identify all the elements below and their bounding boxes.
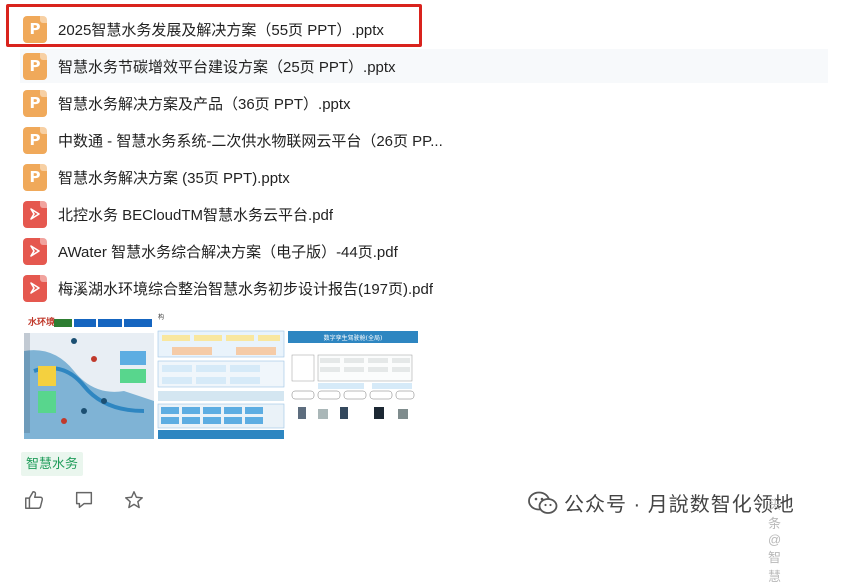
file-item[interactable]: P 2025智慧水务发展及解决方案（55页 PPT）.pptx <box>20 12 828 46</box>
thumbnail-title: 数字孪生驾驶舱(全局) <box>324 334 383 342</box>
thumbs-up-icon[interactable] <box>22 488 46 512</box>
ppt-file-icon: P <box>23 15 47 43</box>
file-name[interactable]: 智慧水务节碳增效平台建设方案（25页 PPT）.pptx <box>58 56 396 77</box>
file-item[interactable]: P 智慧水务节碳增效平台建设方案（25页 PPT）.pptx <box>20 49 828 83</box>
comment-icon[interactable] <box>72 488 96 512</box>
pdf-file-icon <box>23 274 47 302</box>
thumbnail-architecture-diagram[interactable]: 构 <box>156 311 286 439</box>
file-item[interactable]: AWater 智慧水务综合解决方案（电子版）-44页.pdf <box>20 234 828 268</box>
watermark: 公众号 · 月說数智化领地 头条 @智慧 <box>528 488 795 584</box>
ppt-file-icon: P <box>23 126 47 154</box>
file-item[interactable]: P 智慧水务解决方案及产品（36页 PPT）.pptx <box>20 86 828 120</box>
ppt-file-icon: P <box>23 163 47 191</box>
file-name[interactable]: 梅溪湖水环境综合整治智慧水务初步设计报告(197页).pdf <box>58 278 433 299</box>
file-name[interactable]: 北控水务 BECloudTM智慧水务云平台.pdf <box>58 204 333 225</box>
ppt-file-icon: P <box>23 52 47 80</box>
file-item[interactable]: P 中数通 - 智慧水务系统-二次供水物联网云平台（26页 PP... <box>20 123 828 157</box>
file-name[interactable]: 中数通 - 智慧水务系统-二次供水物联网云平台（26页 PP... <box>58 130 443 151</box>
watermark-text: 公众号 · 月說数智化领地 <box>564 494 795 516</box>
file-item[interactable]: 北控水务 BECloudTM智慧水务云平台.pdf <box>20 197 828 231</box>
topic-tag[interactable]: 智慧水务 <box>21 452 84 476</box>
file-item[interactable]: 梅溪湖水环境综合整治智慧水务初步设计报告(197页).pdf <box>20 271 828 305</box>
ppt-file-icon: P <box>23 89 47 117</box>
file-name[interactable]: 智慧水务解决方案 (35页 PPT).pptx <box>58 167 290 188</box>
pdf-file-icon <box>23 237 47 265</box>
thumbnail-digital-twin-cockpit[interactable]: 数字孪生驾驶舱(全局) <box>288 311 418 439</box>
file-name[interactable]: 2025智慧水务发展及解决方案（55页 PPT）.pptx <box>58 19 384 40</box>
thumbnail-water-environment-map[interactable]: 水环境 <box>24 311 154 439</box>
preview-thumbnails: 水环境 构 数字孪生驾驶舱(全局) <box>24 311 418 439</box>
file-name[interactable]: AWater 智慧水务综合解决方案（电子版）-44页.pdf <box>58 241 398 262</box>
watermark-ghost-text: 头条 @智慧 <box>768 497 783 584</box>
star-icon[interactable] <box>122 488 146 512</box>
thumbnail-title: 水环境 <box>28 316 55 328</box>
svg-text:构: 构 <box>158 313 164 321</box>
action-bar <box>22 488 146 512</box>
file-item[interactable]: P 智慧水务解决方案 (35页 PPT).pptx <box>20 160 828 194</box>
wechat-icon <box>528 491 558 514</box>
pdf-file-icon <box>23 200 47 228</box>
file-name[interactable]: 智慧水务解决方案及产品（36页 PPT）.pptx <box>58 93 351 114</box>
